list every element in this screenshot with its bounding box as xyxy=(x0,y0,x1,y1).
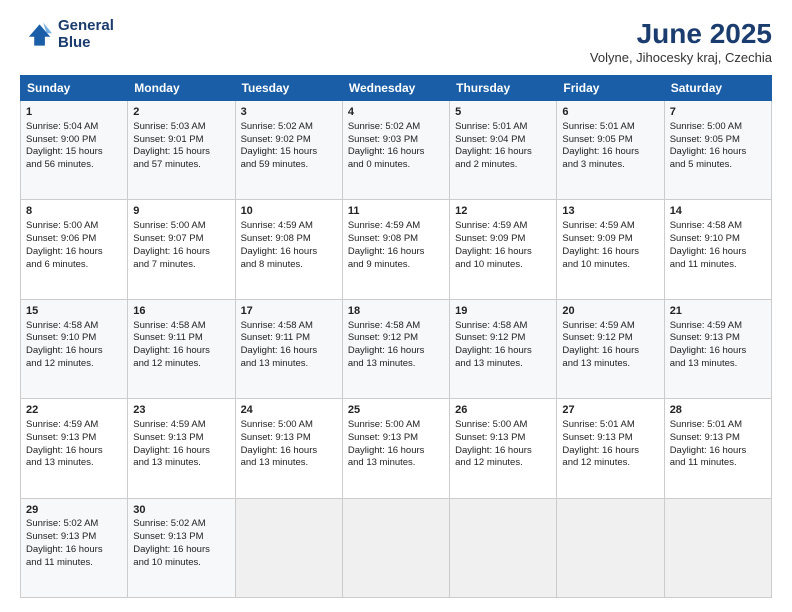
calendar-cell: 1Sunrise: 5:04 AMSunset: 9:00 PMDaylight… xyxy=(21,101,128,200)
calendar-day-header: Saturday xyxy=(664,76,771,101)
day-number: 28 xyxy=(670,403,766,418)
calendar-day-header: Monday xyxy=(128,76,235,101)
calendar-week-row: 15Sunrise: 4:58 AMSunset: 9:10 PMDayligh… xyxy=(21,299,772,398)
logo-text: General Blue xyxy=(58,18,114,51)
calendar-cell: 23Sunrise: 4:59 AMSunset: 9:13 PMDayligh… xyxy=(128,399,235,498)
calendar-cell: 4Sunrise: 5:02 AMSunset: 9:03 PMDaylight… xyxy=(342,101,449,200)
day-number: 4 xyxy=(348,105,444,120)
calendar-day-header: Friday xyxy=(557,76,664,101)
calendar-cell: 22Sunrise: 4:59 AMSunset: 9:13 PMDayligh… xyxy=(21,399,128,498)
calendar-cell: 12Sunrise: 4:59 AMSunset: 9:09 PMDayligh… xyxy=(450,200,557,299)
calendar-cell xyxy=(235,498,342,597)
calendar-cell: 21Sunrise: 4:59 AMSunset: 9:13 PMDayligh… xyxy=(664,299,771,398)
calendar-cell xyxy=(664,498,771,597)
calendar-day-header: Wednesday xyxy=(342,76,449,101)
calendar-day-header: Tuesday xyxy=(235,76,342,101)
calendar-week-row: 22Sunrise: 4:59 AMSunset: 9:13 PMDayligh… xyxy=(21,399,772,498)
calendar-cell: 29Sunrise: 5:02 AMSunset: 9:13 PMDayligh… xyxy=(21,498,128,597)
day-number: 3 xyxy=(241,105,337,120)
calendar-cell: 7Sunrise: 5:00 AMSunset: 9:05 PMDaylight… xyxy=(664,101,771,200)
calendar-week-row: 29Sunrise: 5:02 AMSunset: 9:13 PMDayligh… xyxy=(21,498,772,597)
calendar-subtitle: Volyne, Jihocesky kraj, Czechia xyxy=(590,50,772,65)
calendar-cell: 28Sunrise: 5:01 AMSunset: 9:13 PMDayligh… xyxy=(664,399,771,498)
logo: General Blue xyxy=(20,18,114,51)
calendar-title: June 2025 xyxy=(590,18,772,50)
day-number: 2 xyxy=(133,105,229,120)
calendar-cell: 25Sunrise: 5:00 AMSunset: 9:13 PMDayligh… xyxy=(342,399,449,498)
header: General Blue June 2025 Volyne, Jihocesky… xyxy=(20,18,772,65)
calendar-cell: 14Sunrise: 4:58 AMSunset: 9:10 PMDayligh… xyxy=(664,200,771,299)
day-number: 10 xyxy=(241,204,337,219)
calendar-cell: 10Sunrise: 4:59 AMSunset: 9:08 PMDayligh… xyxy=(235,200,342,299)
day-number: 17 xyxy=(241,304,337,319)
calendar-cell: 9Sunrise: 5:00 AMSunset: 9:07 PMDaylight… xyxy=(128,200,235,299)
calendar-header-row: SundayMondayTuesdayWednesdayThursdayFrid… xyxy=(21,76,772,101)
day-number: 18 xyxy=(348,304,444,319)
day-number: 19 xyxy=(455,304,551,319)
day-number: 1 xyxy=(26,105,122,120)
day-number: 23 xyxy=(133,403,229,418)
calendar-cell: 15Sunrise: 4:58 AMSunset: 9:10 PMDayligh… xyxy=(21,299,128,398)
calendar-cell: 30Sunrise: 5:02 AMSunset: 9:13 PMDayligh… xyxy=(128,498,235,597)
calendar-cell: 8Sunrise: 5:00 AMSunset: 9:06 PMDaylight… xyxy=(21,200,128,299)
day-number: 14 xyxy=(670,204,766,219)
day-number: 5 xyxy=(455,105,551,120)
day-number: 12 xyxy=(455,204,551,219)
day-number: 21 xyxy=(670,304,766,319)
calendar-day-header: Thursday xyxy=(450,76,557,101)
day-number: 15 xyxy=(26,304,122,319)
calendar-cell: 24Sunrise: 5:00 AMSunset: 9:13 PMDayligh… xyxy=(235,399,342,498)
calendar-table: SundayMondayTuesdayWednesdayThursdayFrid… xyxy=(20,75,772,598)
day-number: 16 xyxy=(133,304,229,319)
logo-icon xyxy=(20,19,52,51)
day-number: 24 xyxy=(241,403,337,418)
calendar-cell xyxy=(557,498,664,597)
day-number: 6 xyxy=(562,105,658,120)
day-number: 20 xyxy=(562,304,658,319)
day-number: 25 xyxy=(348,403,444,418)
calendar-week-row: 8Sunrise: 5:00 AMSunset: 9:06 PMDaylight… xyxy=(21,200,772,299)
calendar-cell: 17Sunrise: 4:58 AMSunset: 9:11 PMDayligh… xyxy=(235,299,342,398)
day-number: 11 xyxy=(348,204,444,219)
calendar-week-row: 1Sunrise: 5:04 AMSunset: 9:00 PMDaylight… xyxy=(21,101,772,200)
title-block: June 2025 Volyne, Jihocesky kraj, Czechi… xyxy=(590,18,772,65)
day-number: 22 xyxy=(26,403,122,418)
calendar-cell: 3Sunrise: 5:02 AMSunset: 9:02 PMDaylight… xyxy=(235,101,342,200)
calendar-cell: 26Sunrise: 5:00 AMSunset: 9:13 PMDayligh… xyxy=(450,399,557,498)
day-number: 26 xyxy=(455,403,551,418)
day-number: 27 xyxy=(562,403,658,418)
day-number: 30 xyxy=(133,503,229,518)
calendar-cell: 6Sunrise: 5:01 AMSunset: 9:05 PMDaylight… xyxy=(557,101,664,200)
day-number: 13 xyxy=(562,204,658,219)
calendar-cell: 2Sunrise: 5:03 AMSunset: 9:01 PMDaylight… xyxy=(128,101,235,200)
calendar-day-header: Sunday xyxy=(21,76,128,101)
calendar-cell: 19Sunrise: 4:58 AMSunset: 9:12 PMDayligh… xyxy=(450,299,557,398)
calendar-cell: 16Sunrise: 4:58 AMSunset: 9:11 PMDayligh… xyxy=(128,299,235,398)
calendar-cell: 5Sunrise: 5:01 AMSunset: 9:04 PMDaylight… xyxy=(450,101,557,200)
calendar-cell: 20Sunrise: 4:59 AMSunset: 9:12 PMDayligh… xyxy=(557,299,664,398)
calendar-cell: 18Sunrise: 4:58 AMSunset: 9:12 PMDayligh… xyxy=(342,299,449,398)
calendar-page: General Blue June 2025 Volyne, Jihocesky… xyxy=(0,0,792,612)
calendar-cell: 13Sunrise: 4:59 AMSunset: 9:09 PMDayligh… xyxy=(557,200,664,299)
calendar-cell xyxy=(450,498,557,597)
day-number: 29 xyxy=(26,503,122,518)
calendar-cell xyxy=(342,498,449,597)
day-number: 7 xyxy=(670,105,766,120)
calendar-cell: 11Sunrise: 4:59 AMSunset: 9:08 PMDayligh… xyxy=(342,200,449,299)
calendar-cell: 27Sunrise: 5:01 AMSunset: 9:13 PMDayligh… xyxy=(557,399,664,498)
day-number: 8 xyxy=(26,204,122,219)
day-number: 9 xyxy=(133,204,229,219)
